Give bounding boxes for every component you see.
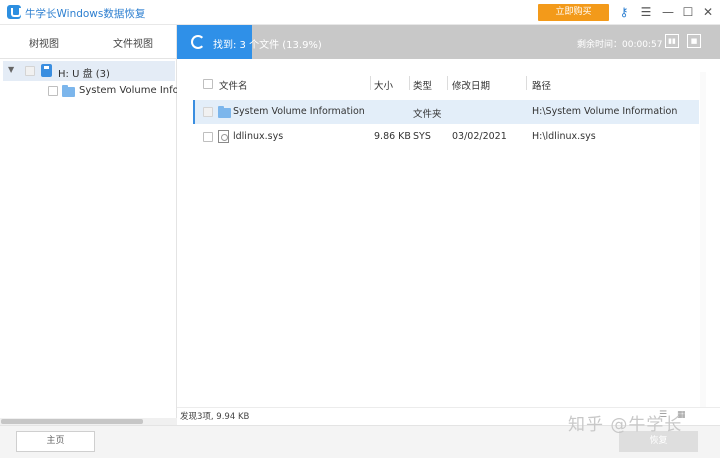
tab-file-view[interactable]: 文件视图 [89,35,177,50]
progress-text: 找到: 3 个文件 (13.9%) [213,40,322,51]
status-text: 发现3项, 9.94 KB [180,412,250,422]
sync-icon [191,35,205,49]
table-row[interactable]: ldlinux.sys 9.86 KB SYS 03/02/2021 H:\ld… [193,125,699,149]
col-header-date[interactable]: 修改日期 [452,78,490,92]
cell-type: 文件夹 [413,109,442,120]
title-bar: 牛学长Windows数据恢复 立即购买 ⚷ ☰ — ☐ ✕ [0,0,720,25]
app-logo-icon [7,5,21,19]
tree-child-checkbox[interactable] [48,86,58,96]
maximize-icon[interactable]: ☐ [680,4,696,20]
tree-root-checkbox[interactable] [25,66,35,76]
left-horizontal-scrollbar[interactable] [0,418,177,425]
pause-button[interactable]: ▮▮ [665,34,679,48]
cell-name: System Volume Information [233,106,365,117]
col-divider[interactable] [370,76,371,90]
folder-icon [218,106,231,118]
stop-button[interactable]: ■ [687,34,701,48]
row-checkbox[interactable] [203,107,213,117]
cell-name: ldlinux.sys [233,131,284,142]
col-header-size[interactable]: 大小 [374,78,393,92]
col-header-type[interactable]: 类型 [413,78,432,92]
expand-arrow-icon[interactable]: ▼ [8,65,14,74]
col-divider[interactable] [447,76,448,90]
scan-progress-bar: 找到: 3 个文件 (13.9%) 剩余时间：00:00:57 ▮▮ ■ [177,25,720,59]
key-icon[interactable]: ⚷ [616,4,632,20]
elapsed-time: 剩余时间：00:00:57 [577,40,663,50]
usb-drive-icon [41,64,52,77]
cell-path: H:\ldlinux.sys [532,131,596,142]
cell-path: H:\System Volume Information [532,106,678,117]
table-row[interactable]: System Volume Information 文件夹 H:\System … [193,100,699,124]
tree-item-drive[interactable]: ▼ H: U 盘 (3) [3,61,175,81]
left-scrollbar-thumb[interactable] [1,419,143,424]
minimize-icon[interactable]: — [660,4,676,20]
home-button[interactable]: 主页 [16,431,95,452]
cell-size: 9.86 KB [374,131,411,142]
tree-child-label: System Volume Information [79,85,177,96]
col-divider[interactable] [409,76,410,90]
view-tabs: 树视图 文件视图 [0,25,177,59]
tab-tree-view[interactable]: 树视图 [0,35,88,50]
tree-root-label: H: U 盘 (3) [58,69,110,80]
cell-date: 03/02/2021 [452,131,507,142]
cell-type: SYS [413,131,431,142]
close-icon[interactable]: ✕ [700,4,716,20]
menu-icon[interactable]: ☰ [638,4,654,20]
list-header: 文件名 大小 类型 修改日期 路径 [193,72,699,94]
col-divider[interactable] [526,76,527,90]
select-all-checkbox[interactable] [203,79,213,89]
file-icon [218,130,229,143]
file-list: 文件名 大小 类型 修改日期 路径 System Volume Informat… [193,72,699,407]
watermark: 知乎 @牛学长 [568,415,683,435]
folder-icon [62,85,75,97]
left-panel: 树视图 文件视图 ▼ H: U 盘 (3) System Volume Info… [0,25,177,425]
tree-item-system-volume[interactable]: System Volume Information [0,82,177,100]
col-header-path[interactable]: 路径 [532,78,551,92]
app-title: 牛学长Windows数据恢复 [25,8,146,20]
right-vertical-scrollbar[interactable] [700,72,706,407]
col-header-name[interactable]: 文件名 [219,78,248,92]
buy-now-button[interactable]: 立即购买 [538,4,609,21]
row-checkbox[interactable] [203,132,213,142]
